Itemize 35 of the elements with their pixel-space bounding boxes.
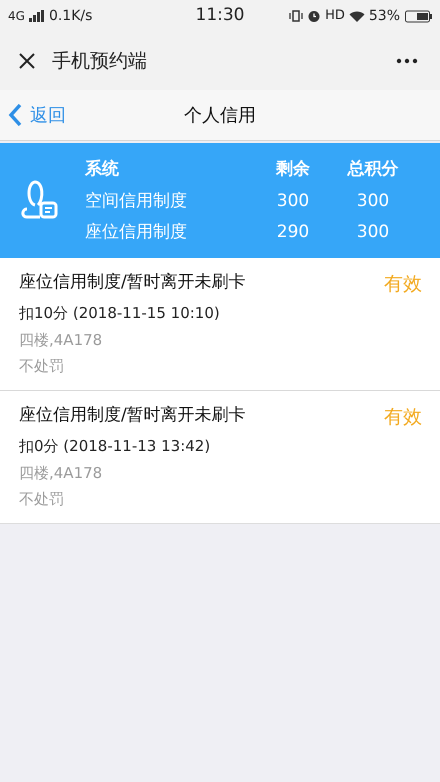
record-title: 座位信用制度/暂时离开未刷卡 <box>19 270 246 294</box>
penalty-text: 不处罚 <box>19 490 64 508</box>
total-points: 300 <box>356 222 390 242</box>
seat-location: 四楼,4A178 <box>19 330 102 348</box>
app-title: 手机预约端 <box>52 48 148 74</box>
clock-time: 11:30 <box>196 5 244 26</box>
battery-icon <box>404 10 432 22</box>
column-header: 系统 <box>85 159 119 179</box>
record-status: 有效 <box>384 404 422 430</box>
total-points: 300 <box>356 190 390 210</box>
penalty-text: 不处罚 <box>19 357 64 375</box>
alarm-icon <box>307 9 322 23</box>
seat-location: 四楼,4A178 <box>19 464 102 482</box>
system-name: 座位信用制度 <box>85 222 187 242</box>
back-chevron-icon <box>8 103 22 127</box>
back-link[interactable]: 返回 <box>0 102 66 128</box>
hd-indicator: HD <box>325 7 345 26</box>
wifi-icon <box>348 10 365 22</box>
signal-icon <box>28 10 45 22</box>
record-status: 有效 <box>384 272 422 296</box>
remaining-points: 290 <box>276 222 310 242</box>
system-name: 空间信用制度 <box>85 190 187 210</box>
deduction-text: 扣10分 (2018-11-15 10:10) <box>19 304 220 322</box>
record-title: 座位信用制度/暂时离开未刷卡 <box>19 404 246 426</box>
close-icon[interactable] <box>18 52 36 70</box>
battery-percent: 53% <box>368 6 400 26</box>
network-type: 4G <box>8 8 25 25</box>
more-icon[interactable] <box>396 58 418 64</box>
network-speed: 0.1K/s <box>48 6 92 26</box>
remaining-points: 300 <box>276 190 310 210</box>
deduction-text: 扣0分 (2018-11-13 13:42) <box>19 437 210 455</box>
column-header: 总积分 <box>348 159 398 179</box>
vibrate-icon <box>289 9 304 23</box>
page-title: 个人信用 <box>184 104 256 128</box>
column-header: 剩余 <box>276 159 310 179</box>
